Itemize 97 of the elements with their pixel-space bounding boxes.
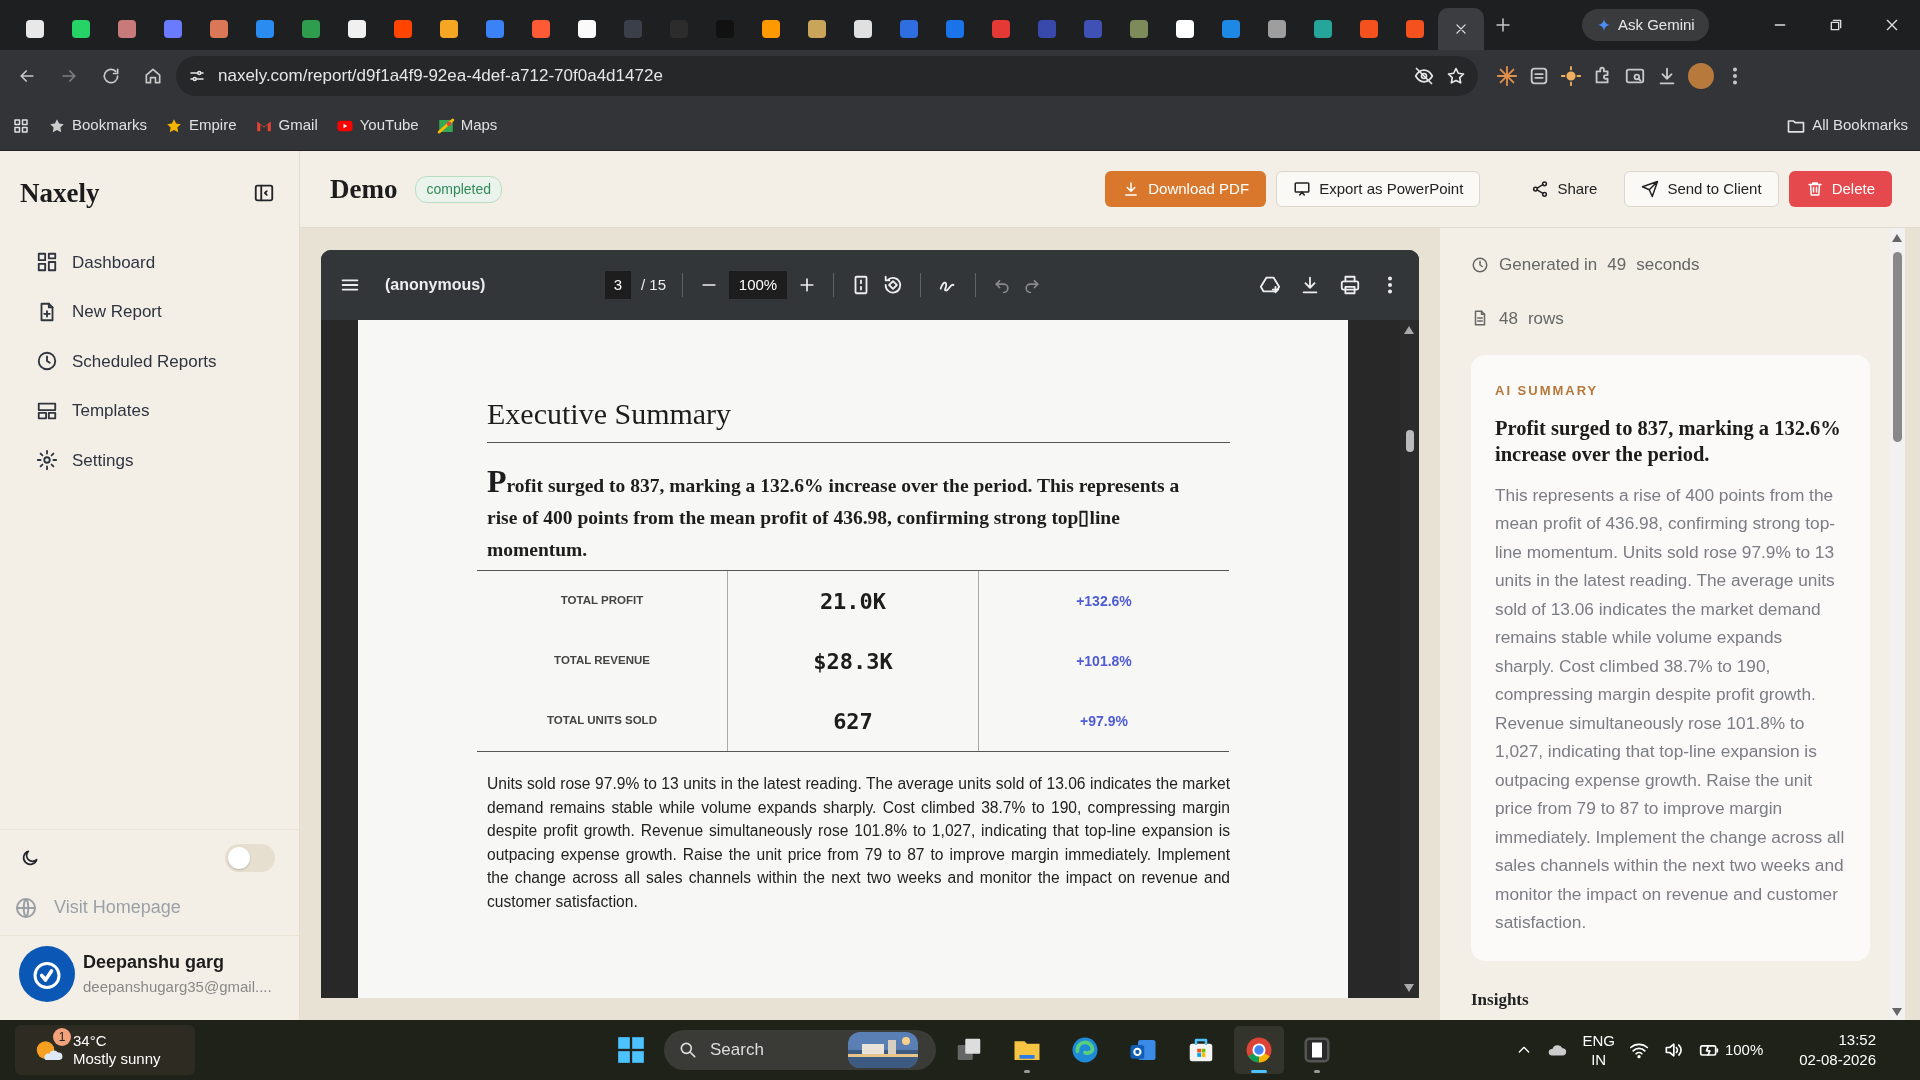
search-field[interactable]: Search	[708, 1036, 838, 1064]
globe-icon	[14, 895, 38, 920]
file-name: (anonymous)	[385, 275, 487, 295]
action-button[interactable]: Send to Client	[1624, 171, 1779, 207]
scroll-down-icon[interactable]	[1892, 1008, 1902, 1016]
sunburst-icon[interactable]	[1496, 64, 1518, 87]
close-icon[interactable]	[1454, 22, 1468, 36]
brand-logo: Naxely	[20, 177, 100, 210]
action-button[interactable]: Delete	[1788, 171, 1892, 207]
search-bar[interactable]: Search	[664, 1030, 936, 1070]
region[interactable]: IN	[1582, 1050, 1615, 1069]
generated-unit: seconds	[1636, 254, 1700, 276]
start-icon[interactable]	[617, 1036, 645, 1064]
scroll-up-icon[interactable]	[1892, 234, 1902, 242]
bookmark-link[interactable]: Maps	[436, 114, 498, 137]
dashboard-icon	[36, 251, 58, 274]
browser-icon	[1070, 1035, 1100, 1065]
star-icon[interactable]	[1446, 65, 1466, 86]
summary-text: This represents a rise of 400 points from the mean profit of 436.98, confirming strong top-line momentum. Units sold rose 97.9% to 13 units in the latest reading. The average units sold of 13.06 indicates the market demand remains stable while volume expands sharply. Cost climbed 38.7% to 190, compressing margin despite profit growth. Revenue simultaneously rose 101.8% to 1,027, indicating that top-line expansion is outpacing expense growth. Raise the unit price from 79 to 87 to improve margin immediately. Implement the change across all sales channels within the next two weeks and monitor the impact on revenue and customer satisfaction.	[1495, 483, 1846, 934]
body-paragraph: Units sold rose 97.9% to 13 units in the latest reading. The average units sold of 13.06 indicates the market demand remains stable while volume expands sharply. Cost climbed 38.7% to 190, compressing margin despite profit growth. Revenue simultaneously rose 101.8% to 1,027, indicating that top-line expansion is outpacing expense growth. Raise the unit price from 79 to 87 to improve margin immediately. Implement the change across all sales channels within the next two weeks and monitor the impact on revenue and customer satisfaction.	[487, 774, 1230, 912]
trash-icon	[1805, 180, 1824, 198]
action-button[interactable]: Share	[1514, 171, 1615, 207]
status-badge: completed	[415, 175, 503, 203]
weather-condition: Mostly sunny	[73, 1050, 161, 1068]
nav-item[interactable]: New Report	[8, 287, 291, 337]
drive-add-icon[interactable]	[1259, 274, 1281, 296]
metric-label: TOTAL UNITS SOLD	[547, 713, 657, 729]
nav-item[interactable]: Scheduled Reports	[8, 336, 291, 386]
metric-value: 627	[833, 707, 873, 736]
print-icon[interactable]	[1339, 274, 1361, 296]
section-heading: Insights	[1471, 988, 1530, 1011]
metric-label: TOTAL PROFIT	[560, 593, 644, 609]
restore-icon[interactable]	[1828, 17, 1844, 33]
search-icon	[678, 1040, 698, 1060]
apps-grid-icon[interactable]	[12, 116, 30, 135]
clock-icon	[36, 350, 58, 373]
page-heading: Executive Summary	[487, 396, 1230, 443]
generated-value: 49	[1607, 254, 1627, 276]
metric-value: $28.3K	[813, 647, 893, 676]
metric-change: +101.8%	[1076, 651, 1132, 671]
scroll-up-icon[interactable]	[1404, 326, 1414, 334]
bookmarks-folder-link[interactable]: All Bookmarks	[1786, 114, 1908, 137]
share-icon	[1531, 180, 1550, 198]
scrollbar-thumb[interactable]	[1893, 252, 1902, 442]
section-label: AI SUMMARY	[1495, 382, 1600, 400]
send-icon	[1641, 180, 1660, 198]
running-indicator	[1251, 1070, 1267, 1073]
bookmark-link[interactable]: YouTube	[335, 114, 419, 137]
page-number-field[interactable]: 3	[605, 270, 631, 300]
notification-count: 1	[53, 1028, 71, 1046]
page-count: / 15	[641, 274, 667, 295]
weather-widget[interactable]: 1 34°C Mostly sunny	[15, 1025, 195, 1075]
metric-change: +132.6%	[1076, 591, 1132, 611]
action-button[interactable]: Export as PowerPoint	[1276, 171, 1481, 207]
scroll-down-icon[interactable]	[1404, 984, 1414, 992]
lead-paragraph: Profit surged to 837, marking a 132.6% increase over the period. This represents a rise of 400 points from the mean profit of 436.98, confirming strong top▯line momentum.	[487, 465, 1181, 562]
bookmark-link[interactable]: Gmail	[254, 114, 318, 137]
zoom-field[interactable]: 100%	[729, 270, 788, 300]
summary-headline: Profit surged to 837, marking a 132.6% increase over the period.	[1495, 415, 1842, 467]
moon-icon	[20, 848, 40, 868]
clock-time[interactable]: 13:52	[1799, 1030, 1876, 1050]
gear-icon	[36, 449, 58, 472]
new-tab-icon[interactable]	[1494, 16, 1512, 34]
dark-mode-toggle[interactable]	[225, 844, 275, 872]
language[interactable]: ENG	[1582, 1031, 1615, 1050]
temperature: 34°C	[73, 1032, 108, 1050]
nav-item[interactable]: Templates	[8, 386, 291, 436]
generated-label: Generated in	[1499, 254, 1598, 276]
browser-icon	[1244, 1035, 1274, 1065]
running-indicator	[1024, 1070, 1030, 1073]
metric-value: 21.0K	[819, 587, 887, 616]
nav-item[interactable]: Settings	[8, 435, 291, 485]
nav-item[interactable]: Dashboard	[8, 237, 291, 287]
metric-change: +97.9%	[1080, 711, 1128, 731]
metric-label: TOTAL REVENUE	[554, 653, 650, 669]
rows-value: 48	[1499, 307, 1518, 330]
tablet-icon	[1302, 1035, 1332, 1065]
eye-slash-icon[interactable]	[1414, 65, 1434, 86]
close-icon[interactable]	[1884, 17, 1900, 33]
report-title: Demo	[330, 172, 398, 206]
clock-icon	[1471, 255, 1489, 274]
bookmark-link[interactable]: Bookmarks	[48, 114, 148, 137]
rows-unit: rows	[1527, 307, 1564, 330]
bookmark-link[interactable]: Empire	[165, 114, 237, 137]
map-icon	[436, 116, 455, 135]
gemini-button[interactable]: Ask Gemini	[1582, 8, 1709, 42]
user-email: deepanshugarg35@gmail....	[83, 977, 272, 998]
sun-icon[interactable]	[1560, 64, 1582, 87]
avatar-icon[interactable]	[1688, 62, 1714, 89]
taskbar-button[interactable]	[1234, 1026, 1284, 1074]
running-indicator	[1314, 1070, 1320, 1073]
battery-level: 100%	[1724, 1039, 1764, 1060]
presentation-icon	[1293, 180, 1312, 198]
clock-date[interactable]: 02-08-2026	[1799, 1050, 1876, 1070]
address-bar[interactable]: naxely.com/report/d9f1a4f9-92ea-4def-a712-70f0a4d1472e	[176, 55, 1478, 96]
user-name: Deepanshu garg	[83, 951, 226, 975]
scrollbar-thumb[interactable]	[1406, 430, 1414, 452]
